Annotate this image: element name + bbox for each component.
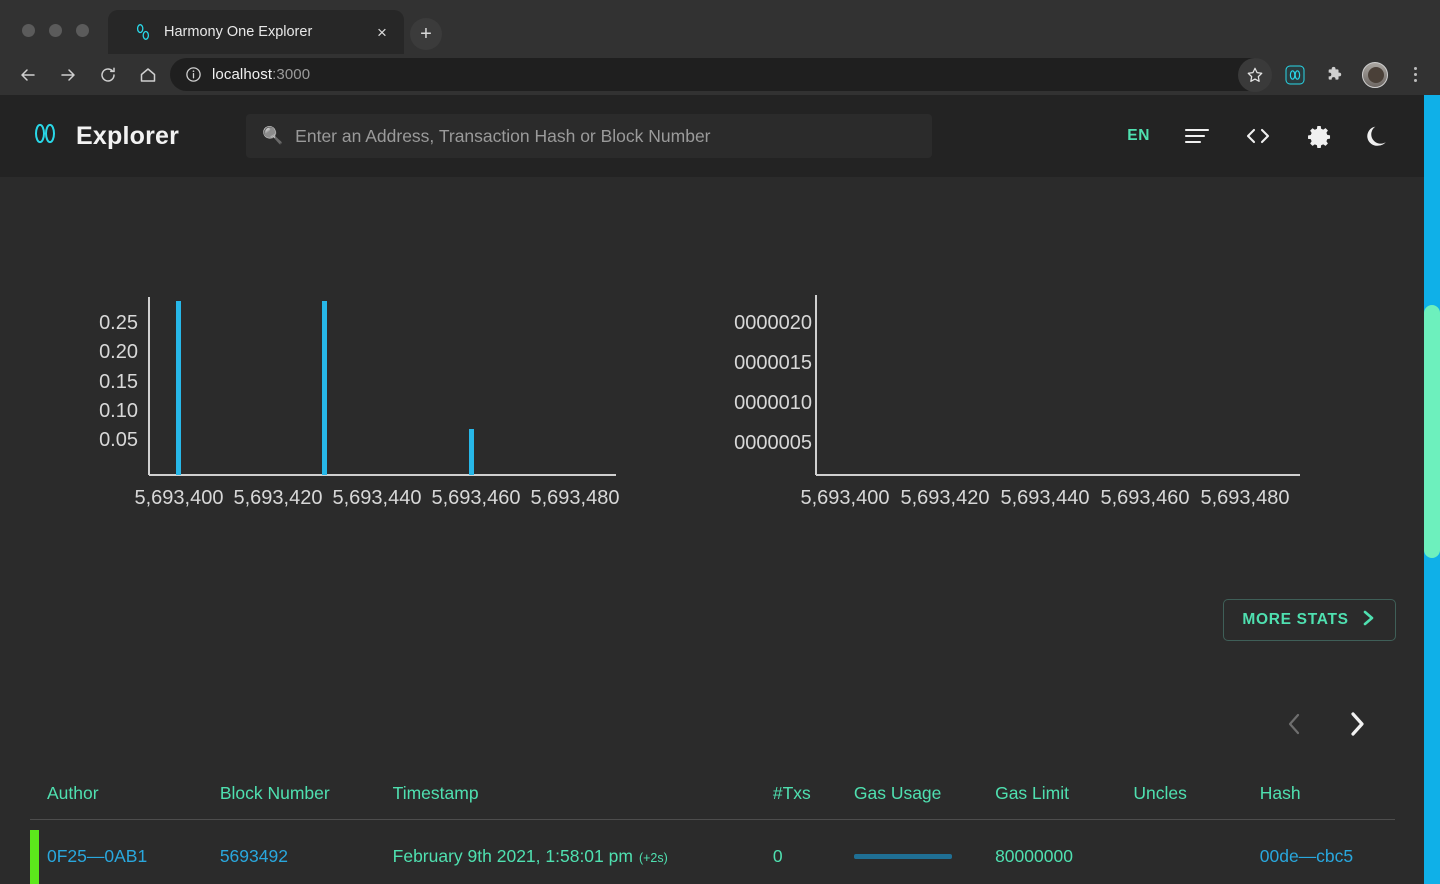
column-header-gas-usage[interactable]: Gas Usage <box>854 783 995 804</box>
cell-timestamp: February 9th 2021, 1:58:01 pm (+2s) <box>393 846 773 867</box>
column-header-uncles[interactable]: Uncles <box>1133 783 1259 804</box>
svg-text:0000010: 0000010 <box>734 392 812 414</box>
puzzle-extension-icon[interactable] <box>1318 58 1352 92</box>
search-placeholder: Enter an Address, Transaction Hash or Bl… <box>295 125 711 146</box>
back-button[interactable] <box>8 55 48 95</box>
cell-author[interactable]: 0F25—0AB1 <box>47 846 220 867</box>
search-input[interactable]: 🔍 Enter an Address, Transaction Hash or … <box>246 114 932 158</box>
more-stats-button[interactable]: MORE STATS <box>1223 599 1396 641</box>
gas-price-chart[interactable]: 0000020 0000015 0000010 0000005 5,693,40… <box>700 177 1400 522</box>
minimize-window-button[interactable] <box>49 24 62 37</box>
svg-text:5,693,460: 5,693,460 <box>432 487 521 509</box>
timestamp-value: February 9th 2021, 1:58:01 pm <box>392 845 633 866</box>
cell-block-number[interactable]: 5693492 <box>220 846 393 867</box>
app-brand[interactable]: Explorer <box>30 120 179 152</box>
svg-text:0.20: 0.20 <box>99 341 138 363</box>
close-window-button[interactable] <box>22 24 35 37</box>
gas-usage-bar <box>853 853 952 859</box>
url-host: localhost <box>212 66 273 83</box>
screen: Harmony One Explorer × + localhost:3000 … <box>0 0 1440 884</box>
close-tab-button[interactable]: × <box>372 24 392 41</box>
tab-strip: Harmony One Explorer × + <box>0 0 1440 54</box>
cell-txs: 0 <box>772 845 783 866</box>
svg-text:0000005: 0000005 <box>734 432 812 454</box>
svg-text:0.05: 0.05 <box>99 429 138 451</box>
cell-hash[interactable]: 00de—cbc5 <box>1260 846 1398 867</box>
more-stats-label: MORE STATS <box>1242 611 1349 628</box>
header-actions: EN <box>1127 95 1390 177</box>
column-header-author[interactable]: Author <box>47 783 220 804</box>
url-port: :3000 <box>272 66 311 83</box>
maximize-window-button[interactable] <box>76 24 89 37</box>
home-button[interactable] <box>128 55 168 95</box>
pagination <box>1284 709 1368 739</box>
charts-area: 0.25 0.20 0.15 0.10 0.05 5,693,400 5,693… <box>0 177 1424 557</box>
moon-icon[interactable] <box>1366 124 1390 148</box>
browser-chrome: Harmony One Explorer × + localhost:3000 <box>0 0 1440 95</box>
block-size-chart[interactable]: 0.25 0.20 0.15 0.10 0.05 5,693,400 5,693… <box>20 177 680 522</box>
new-tab-button[interactable]: + <box>410 18 442 50</box>
explorer-app: Explorer 🔍 Enter an Address, Transaction… <box>0 95 1424 884</box>
svg-text:0.10: 0.10 <box>99 400 138 422</box>
browser-tab[interactable]: Harmony One Explorer × <box>108 10 404 54</box>
svg-text:5,693,480: 5,693,480 <box>531 487 620 509</box>
bookmark-star-icon[interactable] <box>1238 57 1272 92</box>
profile-avatar[interactable] <box>1358 58 1392 92</box>
code-brackets-icon[interactable] <box>1244 126 1272 146</box>
cell-gas-usage <box>853 853 995 859</box>
page-scrollbar-thumb[interactable] <box>1424 305 1440 558</box>
column-header-block-number[interactable]: Block Number <box>220 783 393 804</box>
harmony-extension-icon[interactable] <box>1278 58 1312 92</box>
svg-text:5,693,420: 5,693,420 <box>901 487 990 509</box>
reload-button[interactable] <box>88 55 128 95</box>
chevron-right-icon <box>1361 608 1377 633</box>
svg-text:0.15: 0.15 <box>99 371 138 393</box>
chevron-right-icon[interactable] <box>1346 709 1368 739</box>
column-header-txs[interactable]: #Txs <box>773 783 854 804</box>
harmony-logo-icon <box>134 23 152 41</box>
table-header-row: Author Block Number Timestamp #Txs Gas U… <box>30 767 1398 819</box>
harmony-logo-icon <box>30 120 60 152</box>
svg-text:0000015: 0000015 <box>734 352 812 374</box>
svg-text:5,693,400: 5,693,400 <box>801 487 890 509</box>
forward-button[interactable] <box>48 55 88 95</box>
browser-toolbar: localhost:3000 <box>0 54 1440 95</box>
cell-gas-limit: 80000000 <box>995 845 1073 866</box>
svg-text:5,693,420: 5,693,420 <box>234 487 323 509</box>
kebab-menu-icon[interactable] <box>1398 58 1432 92</box>
column-header-hash[interactable]: Hash <box>1260 783 1398 804</box>
svg-text:5,693,400: 5,693,400 <box>135 487 224 509</box>
address-bar[interactable]: localhost:3000 <box>170 58 1270 91</box>
svg-text:0000020: 0000020 <box>734 312 812 334</box>
language-selector[interactable]: EN <box>1127 127 1150 145</box>
window-traffic-lights[interactable] <box>22 24 89 37</box>
tab-title: Harmony One Explorer <box>164 24 313 40</box>
timestamp-delta: (+2s) <box>638 850 668 865</box>
app-title: Explorer <box>76 121 180 150</box>
svg-text:5,693,480: 5,693,480 <box>1201 487 1290 509</box>
app-header: Explorer 🔍 Enter an Address, Transaction… <box>0 95 1424 177</box>
svg-text:5,693,440: 5,693,440 <box>333 487 422 509</box>
svg-text:0.25: 0.25 <box>99 312 138 334</box>
toolbar-actions <box>1238 56 1432 93</box>
column-header-timestamp[interactable]: Timestamp <box>393 783 773 804</box>
svg-text:5,693,440: 5,693,440 <box>1001 487 1090 509</box>
search-icon: 🔍 <box>262 126 284 145</box>
info-circle-icon[interactable] <box>184 66 202 84</box>
address-bar-url: localhost:3000 <box>212 66 310 83</box>
menu-lines-icon[interactable] <box>1184 126 1210 146</box>
gear-icon[interactable] <box>1306 123 1332 149</box>
column-header-gas-limit[interactable]: Gas Limit <box>995 783 1133 804</box>
blocks-table: Author Block Number Timestamp #Txs Gas U… <box>30 767 1398 884</box>
svg-text:5,693,460: 5,693,460 <box>1101 487 1190 509</box>
chevron-left-icon[interactable] <box>1284 710 1304 738</box>
table-row[interactable]: 0F25—0AB1 5693492 February 9th 2021, 1:5… <box>30 820 1398 884</box>
